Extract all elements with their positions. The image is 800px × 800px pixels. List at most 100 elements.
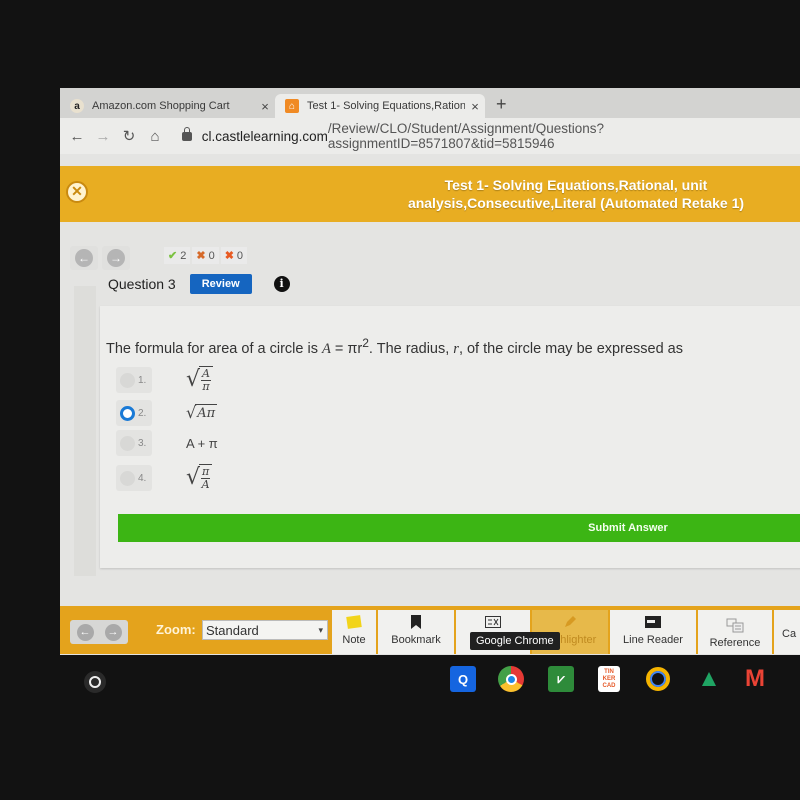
bottom-previous-button[interactable]: ←: [72, 622, 98, 642]
tab-title: Amazon.com Shopping Cart: [92, 100, 230, 112]
question-number: Question 3: [108, 276, 176, 292]
zoom-select[interactable]: Standard ▾: [202, 620, 328, 640]
submit-answer-button[interactable]: Submit Answer: [118, 514, 800, 542]
arrow-left-icon: ←: [75, 249, 93, 267]
os-shelf: Q ⩗ TIN KER CAD ▲ M: [0, 655, 800, 705]
browser-window: a Amazon.com Shopping Cart × ⌂ Test 1- S…: [60, 88, 800, 703]
test-title: Test 1- Solving Equations,Rational, unit…: [407, 177, 745, 211]
lock-icon: [182, 126, 192, 141]
radio-circle: [120, 435, 135, 451]
answer-choice-3[interactable]: 3. A + π: [116, 430, 218, 456]
tool-label: Bookmark: [391, 634, 441, 646]
app-desmos[interactable]: ⩗: [548, 666, 574, 692]
tooltip: Google Chrome: [470, 632, 560, 650]
answer-choice-4[interactable]: 4. √ π A: [116, 464, 213, 492]
desmos-icon: ⩗: [557, 671, 565, 686]
app-tinkercad[interactable]: TIN KER CAD: [598, 666, 620, 692]
choice-expression: √ π A: [186, 464, 213, 492]
tool-bookmark[interactable]: Bookmark: [378, 610, 454, 654]
zoom-label: Zoom:: [156, 622, 196, 637]
app-gmail[interactable]: M: [742, 665, 768, 692]
highlighter-icon: [562, 614, 578, 630]
tool-reference[interactable]: Reference: [698, 610, 772, 654]
tab-castle-learning[interactable]: ⌂ Test 1- Solving Equations,Ration ×: [275, 94, 485, 118]
quizlet-icon: Q: [457, 671, 469, 687]
eliminator-icon: [485, 614, 501, 630]
chrome-icon: [505, 673, 517, 685]
choice-number: 4.: [138, 472, 147, 484]
question-card: The formula for area of a circle is A = …: [100, 306, 800, 568]
reload-icon[interactable]: ↻: [116, 127, 142, 145]
info-icon[interactable]: i: [273, 276, 290, 292]
address-bar[interactable]: cl.castlelearning.com/Review/CLO/Student…: [182, 121, 800, 151]
partial-x-icon: ✖: [196, 250, 206, 262]
answer-choice-2[interactable]: 2. √ Aπ: [116, 400, 218, 426]
partial-count: ✖ 0: [192, 247, 219, 264]
radio-circle: [120, 372, 135, 388]
bottom-next-button[interactable]: →: [100, 622, 126, 642]
tool-label: Line Reader: [623, 634, 683, 646]
app-quizlet[interactable]: Q: [450, 666, 476, 692]
url-host: cl.castlelearning.com: [201, 128, 328, 144]
choice-number: 1.: [138, 374, 147, 386]
tool-note[interactable]: Note: [332, 610, 376, 654]
radio-circle: [120, 470, 135, 486]
note-icon: [346, 614, 362, 630]
sqrt-icon: √: [186, 367, 201, 392]
arrow-right-icon: →: [107, 249, 125, 267]
choice-number: 2.: [138, 407, 147, 419]
launcher-button[interactable]: [84, 671, 106, 693]
check-icon: ✔: [168, 250, 178, 262]
next-question-button[interactable]: →: [102, 246, 130, 270]
stem-text: , of the circle may be expressed as: [458, 340, 683, 357]
incorrect-value: 0: [236, 249, 244, 262]
arrow-left-icon: ←: [76, 623, 94, 641]
choice-expression: A + π: [186, 435, 218, 451]
app-google-drive[interactable]: ▲: [696, 665, 722, 692]
question-stem: The formula for area of a circle is A = …: [106, 336, 683, 358]
review-button[interactable]: Review: [189, 274, 252, 294]
denominator: A: [201, 478, 210, 491]
side-strip: [74, 286, 96, 576]
question-header: Question 3 Review i: [108, 274, 290, 294]
amazon-logo-icon: a: [70, 99, 84, 113]
forward-icon[interactable]: →: [90, 128, 116, 145]
bottom-toolbar: ← → Zoom: Standard ▾ Note Bookmark Highl…: [60, 606, 800, 654]
home-icon[interactable]: ⌂: [142, 128, 168, 145]
choice-number: 3.: [138, 437, 147, 449]
tab-amazon[interactable]: a Amazon.com Shopping Cart ×: [60, 94, 275, 118]
browser-toolbar: ← → ↻ ⌂ cl.castlelearning.com/Review/CLO…: [60, 118, 800, 154]
denominator: π: [202, 380, 210, 393]
reference-icon: [726, 617, 744, 633]
back-icon[interactable]: ←: [64, 128, 90, 145]
choice-expression: √ Aπ: [186, 366, 213, 394]
incorrect-count: ✖ 0: [220, 247, 248, 264]
stem-text: . The radius,: [368, 340, 454, 357]
stem-text: The formula for area of a circle is: [106, 340, 322, 357]
tool-label: Reference: [709, 637, 761, 649]
tool-calculator[interactable]: Ca: [774, 610, 800, 654]
url-path: /Review/CLO/Student/Assignment/Questions…: [327, 121, 604, 151]
tool-line-reader[interactable]: Line Reader: [610, 610, 696, 654]
stem-var-a: A: [321, 340, 331, 357]
exit-test-button[interactable]: ✕: [66, 181, 88, 203]
close-tab-icon[interactable]: ×: [465, 99, 485, 114]
screen: a Amazon.com Shopping Cart × ⌂ Test 1- S…: [0, 0, 800, 800]
score-summary: ✔ 2 ✖ 0 ✖ 0: [164, 247, 248, 264]
app-ring[interactable]: [646, 667, 670, 691]
sqrt-icon: √: [186, 465, 201, 490]
arrow-right-icon: →: [104, 623, 122, 641]
line-reader-icon: [645, 614, 661, 630]
previous-question-button[interactable]: ←: [70, 246, 98, 270]
new-tab-button[interactable]: +: [496, 94, 507, 115]
test-header: ✕ Test 1- Solving Equations,Rational, un…: [60, 166, 800, 222]
answer-choice-1[interactable]: 1. √ Aπ: [116, 366, 213, 394]
gmail-icon: M: [745, 665, 765, 692]
correct-count: ✔ 2: [164, 247, 191, 264]
radicand: Aπ: [195, 404, 218, 421]
tinkercad-icon: TIN KER CAD: [602, 668, 616, 689]
close-tab-icon[interactable]: ×: [255, 99, 275, 114]
app-chrome[interactable]: [498, 666, 524, 692]
chevron-down-icon: ▾: [318, 624, 323, 635]
tool-label: Note: [342, 634, 366, 646]
